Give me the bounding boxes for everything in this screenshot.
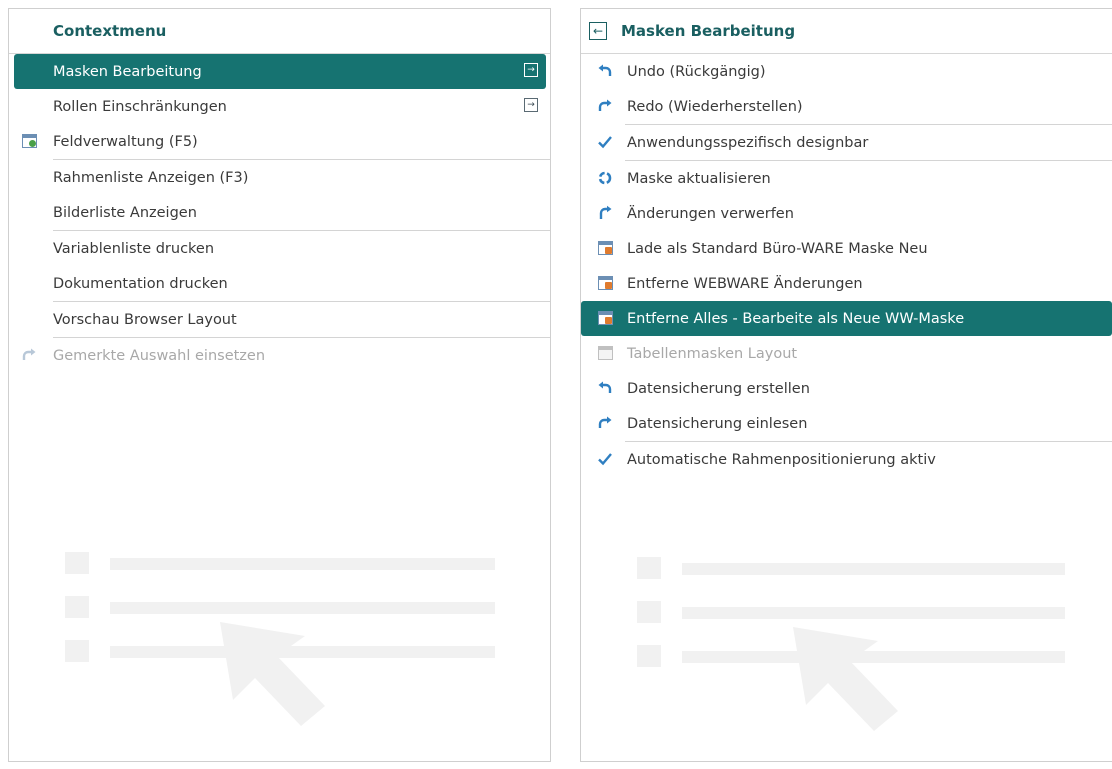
menu-item-label: Gemerkte Auswahl einsetzen (53, 347, 266, 364)
menu-item-automatische-rahmenpositionierung[interactable]: Automatische Rahmenpositionierung aktiv (581, 442, 1112, 477)
menu-item-aenderungen-verwerfen[interactable]: Änderungen verwerfen (581, 196, 1112, 231)
submenu-arrow-icon: → (524, 63, 538, 77)
checkmark-icon (597, 134, 613, 150)
revert-icon (597, 205, 613, 221)
context-menu-title: Contextmenu (53, 22, 167, 40)
context-menu-list: Masken Bearbeitung → Rollen Einschränkun… (9, 54, 550, 373)
menu-item-rahmenliste-anzeigen[interactable]: Rahmenliste Anzeigen (F3) (9, 160, 546, 195)
menu-item-redo[interactable]: Redo (Wiederherstellen) (581, 89, 1112, 124)
redo-icon (597, 415, 613, 431)
menu-item-label: Redo (Wiederherstellen) (627, 98, 803, 115)
recycle-icon (597, 170, 613, 186)
undo-icon (597, 380, 613, 396)
empty-list-watermark-icon (65, 552, 495, 726)
menu-item-vorschau-browser-layout[interactable]: Vorschau Browser Layout (9, 302, 546, 337)
menu-item-label: Masken Bearbeitung (53, 63, 202, 80)
menu-item-label: Maske aktualisieren (627, 170, 771, 187)
table-icon (597, 275, 613, 291)
menu-item-label: Variablenliste drucken (53, 240, 215, 257)
menu-item-datensicherung-einlesen[interactable]: Datensicherung einlesen (581, 406, 1112, 441)
menu-item-entferne-alles[interactable]: Entferne Alles - Bearbeite als Neue WW-M… (581, 301, 1112, 336)
undo-icon (597, 63, 613, 79)
menu-item-variablenliste-drucken[interactable]: Variablenliste drucken (9, 231, 546, 266)
table-icon (597, 345, 613, 361)
menu-item-feldverwaltung[interactable]: Feldverwaltung (F5) (9, 124, 546, 159)
checkmark-icon (597, 451, 613, 467)
table-settings-icon (21, 133, 37, 149)
menu-item-label: Dokumentation drucken (53, 275, 228, 292)
menu-item-label: Bilderliste Anzeigen (53, 204, 197, 221)
context-menu-header: Contextmenu (9, 9, 550, 54)
menu-item-label: Datensicherung einlesen (627, 415, 808, 432)
menu-item-label: Rahmenliste Anzeigen (F3) (53, 169, 249, 186)
menu-item-label: Lade als Standard Büro-WARE Maske Neu (627, 240, 928, 257)
redo-icon (21, 347, 37, 363)
menu-item-label: Entferne Alles - Bearbeite als Neue WW-M… (627, 310, 965, 327)
menu-item-tabellenmasken-layout: Tabellenmasken Layout (581, 336, 1112, 371)
menu-item-label: Rollen Einschränkungen (53, 98, 227, 115)
table-icon (597, 240, 613, 256)
submenu-header[interactable]: ← Masken Bearbeitung (581, 9, 1112, 54)
menu-item-entferne-webware[interactable]: Entferne WEBWARE Änderungen (581, 266, 1112, 301)
menu-item-dokumentation-drucken[interactable]: Dokumentation drucken (9, 266, 546, 301)
menu-item-label: Automatische Rahmenpositionierung aktiv (627, 451, 936, 468)
menu-item-gemerkte-auswahl: Gemerkte Auswahl einsetzen (9, 338, 546, 373)
menu-item-label: Datensicherung erstellen (627, 380, 810, 397)
menu-item-label: Anwendungsspezifisch designbar (627, 134, 869, 151)
menu-item-rollen-einschraenkungen[interactable]: Rollen Einschränkungen → (9, 89, 546, 124)
menu-item-anwendungsspezifisch[interactable]: Anwendungsspezifisch designbar (581, 125, 1112, 160)
menu-item-masken-bearbeitung[interactable]: Masken Bearbeitung → (14, 54, 546, 89)
menu-item-label: Vorschau Browser Layout (53, 311, 237, 328)
table-icon (597, 310, 613, 326)
menu-item-label: Entferne WEBWARE Änderungen (627, 275, 863, 292)
menu-item-label: Feldverwaltung (F5) (53, 133, 198, 150)
empty-list-watermark-icon (637, 557, 1065, 731)
menu-item-bilderliste-anzeigen[interactable]: Bilderliste Anzeigen (9, 195, 546, 230)
submenu-list: Undo (Rückgängig) Redo (Wiederherstellen… (581, 54, 1112, 477)
menu-item-undo[interactable]: Undo (Rückgängig) (581, 54, 1112, 89)
submenu-arrow-icon: → (524, 98, 538, 112)
menu-item-datensicherung-erstellen[interactable]: Datensicherung erstellen (581, 371, 1112, 406)
submenu-title: Masken Bearbeitung (621, 22, 796, 40)
menu-item-label: Änderungen verwerfen (627, 205, 794, 222)
redo-icon (597, 98, 613, 114)
menu-item-lade-als-standard[interactable]: Lade als Standard Büro-WARE Maske Neu (581, 231, 1112, 266)
menu-item-label: Undo (Rückgängig) (627, 63, 766, 80)
back-arrow-icon[interactable]: ← (589, 22, 607, 40)
menu-item-label: Tabellenmasken Layout (627, 345, 798, 362)
menu-item-maske-aktualisieren[interactable]: Maske aktualisieren (581, 161, 1112, 196)
